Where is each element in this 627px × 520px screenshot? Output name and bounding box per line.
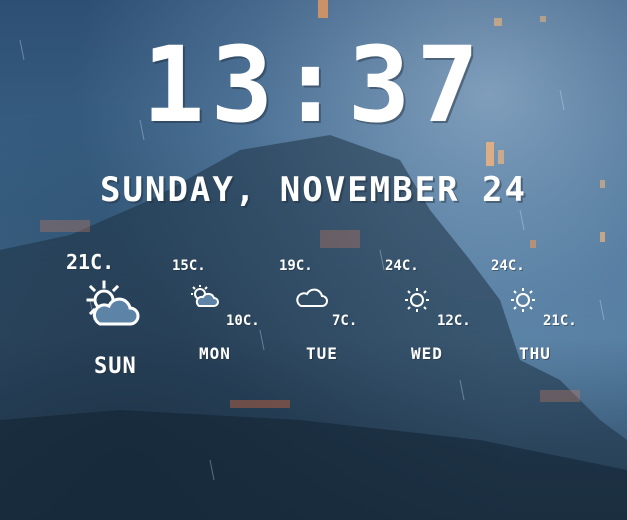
forecast-day-label: WED — [411, 344, 443, 363]
cloud-icon — [295, 287, 329, 309]
sun-icon — [510, 287, 536, 313]
forecast-low-temp: 12C. — [437, 313, 471, 329]
forecast-day-label: SUN — [94, 354, 137, 379]
forecast-high-temp: 15C. — [172, 258, 206, 274]
forecast-day-label: MON — [199, 344, 231, 363]
forecast-day-label: TUE — [306, 344, 338, 363]
clock-time: 13:37 — [141, 24, 486, 146]
forecast-day-label: THU — [519, 344, 551, 363]
sun-icon — [404, 287, 430, 313]
forecast-high-temp: 24C. — [491, 258, 525, 274]
forecast-low-temp: 21C. — [543, 313, 577, 329]
forecast-high-temp: 24C. — [385, 258, 419, 274]
partly-cloudy-icon — [189, 284, 219, 310]
forecast-high-temp: 21C. — [66, 250, 115, 274]
forecast-low-temp: 10C. — [226, 313, 260, 329]
forecast-high-temp: 19C. — [279, 258, 313, 274]
date-label: SUNDAY, NOVEMBER 24 — [100, 170, 527, 210]
forecast-low-temp: 7C. — [332, 313, 358, 329]
partly-cloudy-icon — [82, 280, 140, 330]
